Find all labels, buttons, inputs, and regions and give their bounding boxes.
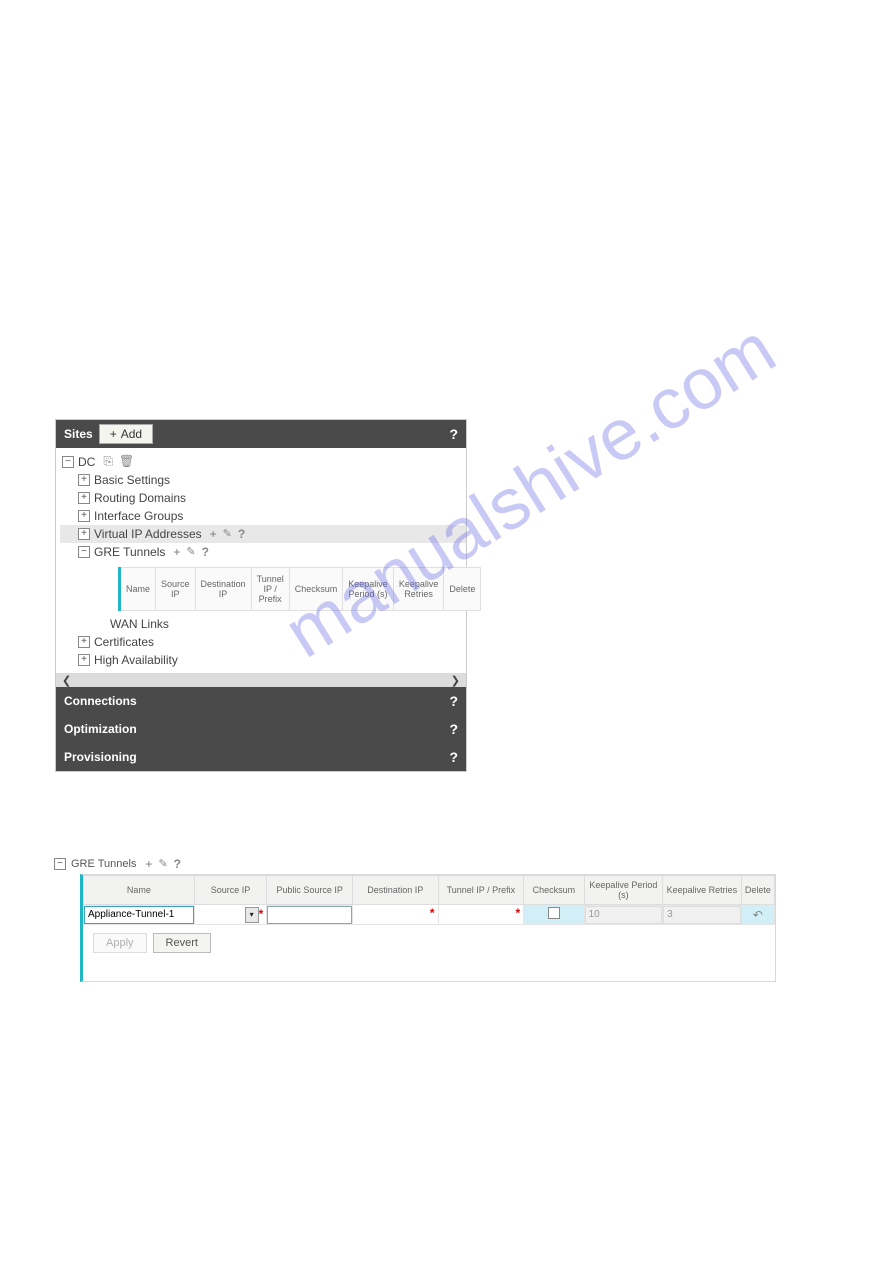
expand-icon[interactable]: + (78, 474, 90, 486)
tunnel-ip-input[interactable] (439, 906, 512, 924)
chevron-left-icon[interactable]: ❮ (62, 674, 71, 687)
tree-node-dc[interactable]: − DC ⎘ 🗑 (60, 452, 466, 471)
dropdown-icon[interactable]: ▾ (245, 907, 259, 923)
expand-icon[interactable]: + (78, 528, 90, 540)
keepalive-period-input[interactable] (585, 906, 663, 924)
tree-node-interface-groups[interactable]: + Interface Groups (60, 507, 466, 525)
tree-label: Basic Settings (94, 473, 170, 487)
col-tunnel-ip: Tunnel IP / Prefix (251, 568, 289, 611)
header-row: Name Source IP Public Source IP Destinat… (84, 876, 775, 905)
col-name: Name (84, 876, 195, 905)
provisioning-bar[interactable]: Provisioning ? (56, 743, 466, 771)
expand-icon[interactable]: + (78, 492, 90, 504)
provisioning-label: Provisioning (64, 750, 137, 764)
pencil-icon[interactable]: ✎ (186, 545, 195, 559)
col-public-source-ip: Public Source IP (267, 876, 353, 905)
expand-icon[interactable]: + (78, 636, 90, 648)
tree-node-high-availability[interactable]: + High Availability (60, 651, 466, 669)
tree-node-wan-links[interactable]: WAN Links (60, 615, 466, 633)
col-name: Name (120, 568, 156, 611)
destination-ip-input[interactable] (353, 906, 426, 924)
plus-icon: + (110, 427, 117, 441)
button-row: Apply Revert (83, 925, 775, 961)
plus-icon[interactable]: + (173, 545, 180, 559)
tree-node-certificates[interactable]: + Certificates (60, 633, 466, 651)
gre-tunnels-table: Name Source IP Destination IP Tunnel IP … (118, 567, 481, 611)
required-icon: * (259, 907, 264, 921)
col-delete: Delete (444, 568, 481, 611)
horizontal-scrollbar[interactable]: ❮ ❯ (56, 673, 466, 687)
help-icon[interactable]: ? (449, 749, 458, 765)
help-icon[interactable]: ? (174, 857, 181, 871)
col-source-ip: Source IP (156, 568, 196, 611)
col-source-ip: Source IP (194, 876, 267, 905)
required-icon: * (430, 906, 435, 920)
col-delete: Delete (741, 876, 774, 905)
tree-label: High Availability (94, 653, 178, 667)
connections-label: Connections (64, 694, 137, 708)
col-keepalive-period: Keepalive Period (s) (584, 876, 663, 905)
collapse-icon[interactable]: − (78, 546, 90, 558)
chevron-right-icon[interactable]: ❯ (451, 674, 460, 687)
tree-node-gre-tunnels[interactable]: − GRE Tunnels + ✎ ? (60, 543, 466, 561)
name-input[interactable] (84, 906, 194, 924)
col-keepalive-retries: Keepalive Retries (663, 876, 742, 905)
sites-header-bar: Sites + Add ? (56, 420, 466, 448)
sites-panel: Sites + Add ? − DC ⎘ 🗑 + Basic Settings … (55, 419, 467, 772)
gre-edit-header: − GRE Tunnels + ✎ ? (54, 854, 776, 874)
tree-node-basic-settings[interactable]: + Basic Settings (60, 471, 466, 489)
help-icon[interactable]: ? (238, 527, 245, 541)
gre-edit-title: GRE Tunnels (71, 858, 136, 870)
tree-label: GRE Tunnels (94, 545, 165, 559)
pencil-icon[interactable]: ✎ (223, 527, 232, 541)
plus-icon[interactable]: + (210, 527, 217, 541)
edit-row: *▾ * * ↶ (84, 905, 775, 925)
gre-edit-table: Name Source IP Public Source IP Destinat… (83, 875, 775, 925)
collapse-icon[interactable]: − (54, 858, 66, 870)
gre-edit-table-wrap: Name Source IP Public Source IP Destinat… (80, 874, 776, 982)
col-keepalive-period: Keepalive Period (s) (343, 568, 394, 611)
tree-node-routing-domains[interactable]: + Routing Domains (60, 489, 466, 507)
help-icon[interactable]: ? (449, 426, 458, 442)
optimization-label: Optimization (64, 722, 137, 736)
tree-label: Certificates (94, 635, 154, 649)
connections-bar[interactable]: Connections ? (56, 687, 466, 715)
optimization-bar[interactable]: Optimization ? (56, 715, 466, 743)
gre-tunnels-edit-panel: − GRE Tunnels + ✎ ? Name Source IP Publi… (54, 854, 776, 982)
tree-label: Interface Groups (94, 509, 183, 523)
tree-label: Virtual IP Addresses (94, 527, 202, 541)
help-icon[interactable]: ? (202, 545, 209, 559)
revert-button[interactable]: Revert (153, 933, 211, 953)
tree-label: DC (78, 455, 95, 469)
add-button[interactable]: + Add (99, 424, 153, 444)
trash-icon[interactable]: 🗑 (119, 454, 134, 469)
keepalive-retries-input[interactable] (663, 906, 741, 924)
tree-label: Routing Domains (94, 491, 186, 505)
col-checksum: Checksum (289, 568, 343, 611)
col-destination-ip: Destination IP (352, 876, 438, 905)
col-tunnel-ip: Tunnel IP / Prefix (438, 876, 524, 905)
sites-title: Sites (64, 427, 93, 441)
pencil-icon[interactable]: ✎ (158, 857, 167, 871)
help-icon[interactable]: ? (449, 693, 458, 709)
col-destination-ip: Destination IP (195, 568, 251, 611)
collapse-icon[interactable]: − (62, 456, 74, 468)
undo-icon[interactable]: ↶ (742, 908, 774, 922)
public-source-ip-input[interactable] (267, 906, 352, 924)
checksum-checkbox[interactable] (548, 907, 560, 919)
tree-node-virtual-ip[interactable]: + Virtual IP Addresses + ✎ ? (60, 525, 466, 543)
tree-label: WAN Links (110, 617, 169, 631)
expand-icon[interactable]: + (78, 654, 90, 666)
apply-button[interactable]: Apply (93, 933, 147, 953)
sites-tree: − DC ⎘ 🗑 + Basic Settings + Routing Doma… (56, 448, 466, 673)
add-label: Add (121, 427, 142, 441)
required-icon: * (515, 906, 520, 920)
col-checksum: Checksum (524, 876, 584, 905)
plus-icon[interactable]: + (145, 857, 152, 871)
col-keepalive-retries: Keepalive Retries (393, 568, 444, 611)
copy-icon[interactable]: ⎘ (103, 454, 113, 469)
expand-icon[interactable]: + (78, 510, 90, 522)
help-icon[interactable]: ? (449, 721, 458, 737)
